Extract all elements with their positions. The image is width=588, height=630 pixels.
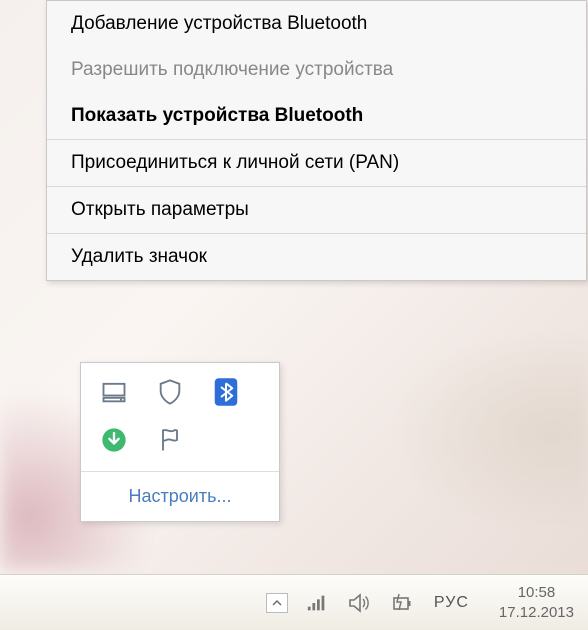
menu-item-show-devices[interactable]: Показать устройства Bluetooth xyxy=(47,93,586,139)
menu-item-add-device[interactable]: Добавление устройства Bluetooth xyxy=(47,1,586,47)
clock[interactable]: 10:58 17.12.2013 xyxy=(499,583,574,622)
bluetooth-icon[interactable] xyxy=(207,373,245,411)
show-hidden-icons-button[interactable] xyxy=(266,593,288,613)
menu-item-allow-connection: Разрешить подключение устройства xyxy=(47,47,586,93)
download-icon[interactable] xyxy=(95,421,133,459)
tray-customize-link[interactable]: Настроить... xyxy=(81,472,279,521)
bluetooth-context-menu: Добавление устройства Bluetooth Разрешит… xyxy=(46,0,587,281)
system-tray: РУС 10:58 17.12.2013 xyxy=(266,583,574,622)
menu-item-remove-icon[interactable]: Удалить значок xyxy=(47,234,586,280)
clock-date: 17.12.2013 xyxy=(499,603,574,623)
volume-icon[interactable] xyxy=(346,590,372,616)
taskbar: РУС 10:58 17.12.2013 xyxy=(0,574,588,630)
shield-icon[interactable] xyxy=(151,373,189,411)
clock-time: 10:58 xyxy=(499,583,574,603)
tray-overflow-popup: Настроить... xyxy=(80,362,280,522)
menu-item-join-pan[interactable]: Присоединиться к личной сети (PAN) xyxy=(47,140,586,186)
tray-icons-area xyxy=(81,363,279,465)
drive-icon[interactable] xyxy=(95,373,133,411)
flag-icon[interactable] xyxy=(151,421,189,459)
power-icon[interactable] xyxy=(388,590,414,616)
wallpaper-decoration xyxy=(388,330,588,530)
menu-item-open-settings[interactable]: Открыть параметры xyxy=(47,187,586,233)
signal-icon[interactable] xyxy=(304,590,330,616)
language-indicator[interactable]: РУС xyxy=(430,594,473,612)
